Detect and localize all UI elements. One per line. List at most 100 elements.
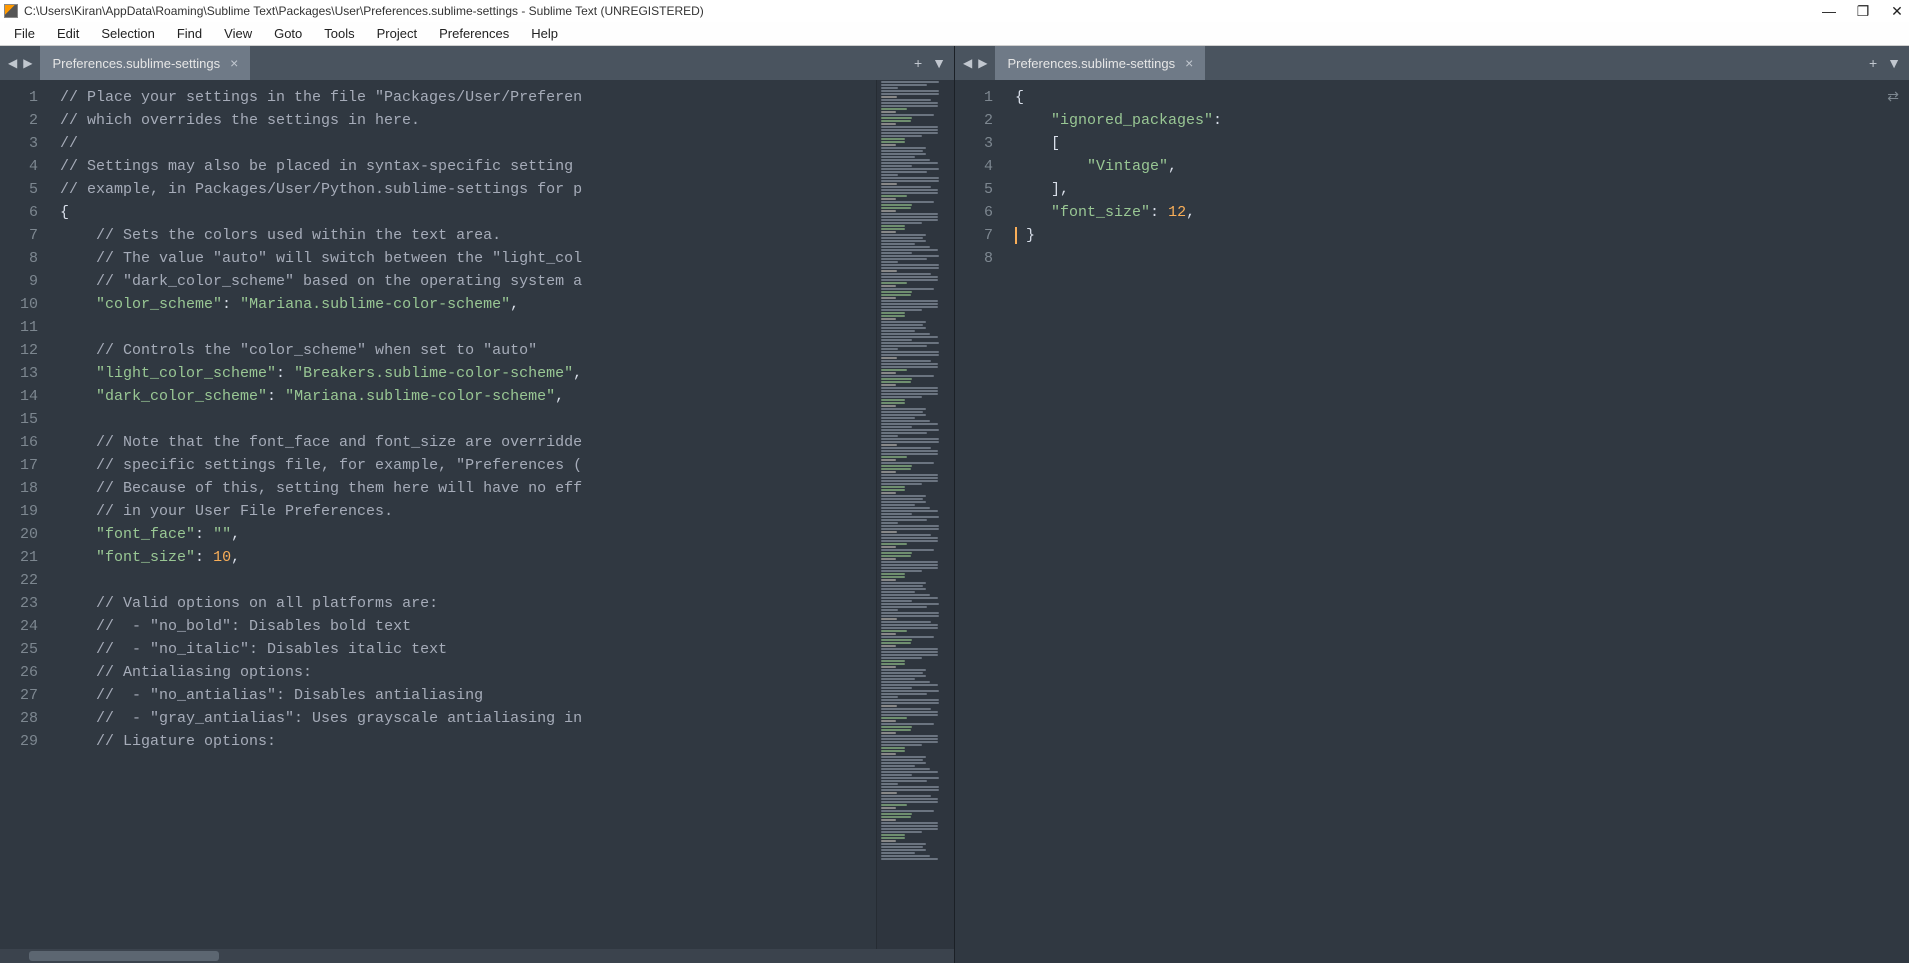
menu-selection[interactable]: Selection [91,23,164,44]
right-code[interactable]: { "ignored_packages": [ "Vintage", ], "f… [1003,80,1909,963]
minimap-row [881,465,912,467]
minimap-row [881,249,938,251]
switch-icon[interactable]: ⇄ [1887,88,1899,105]
minimap-row [881,177,939,179]
line-number: 22 [0,569,48,592]
nav-prev-icon[interactable]: ◀ [6,56,19,70]
left-tab-close-icon[interactable]: × [230,56,238,70]
nav-next-icon[interactable]: ▶ [976,56,989,70]
minimap-row [881,687,912,689]
token-pun [60,457,96,474]
token-pun: : [195,526,213,543]
minimap-row [881,114,934,116]
code-line: // Because of this, setting them here wi… [60,477,876,500]
minimap-row [881,624,938,626]
minimap-row [881,105,938,107]
menu-edit[interactable]: Edit [47,23,89,44]
token-pun [1015,158,1087,175]
minimap-row [881,639,912,641]
left-pane: ◀ ▶ Preferences.sublime-settings × + ▼ 1… [0,46,954,963]
tab-dropdown-icon[interactable]: ▼ [1887,55,1901,71]
minimap-row [881,726,912,728]
token-pun [60,503,96,520]
right-tab[interactable]: Preferences.sublime-settings × [995,46,1205,80]
minimap-row [881,720,896,722]
token-pun: [ [1015,135,1060,152]
left-hscroll-thumb[interactable] [29,951,220,961]
line-number: 3 [0,132,48,155]
menu-tools[interactable]: Tools [314,23,364,44]
left-hscroll[interactable] [0,949,954,963]
minimap-row [881,690,939,692]
menu-view[interactable]: View [214,23,262,44]
tab-spacer [250,46,906,80]
token-cm: // Sets the colors used within the text … [96,227,501,244]
minimap-row [881,351,939,353]
code-line: // - "gray_antialias": Uses grayscale an… [60,707,876,730]
menu-find[interactable]: Find [167,23,212,44]
token-cm: // - "no_bold": Disables bold text [96,618,411,635]
right-editor[interactable]: 12345678 { "ignored_packages": [ "Vintag… [955,80,1909,963]
nav-prev-icon[interactable]: ◀ [961,56,974,70]
minimap-row [881,288,934,290]
maximize-button[interactable]: ❐ [1855,3,1871,19]
minimap-row [881,174,898,176]
workspace: ◀ ▶ Preferences.sublime-settings × + ▼ 1… [0,46,1909,963]
nav-next-icon[interactable]: ▶ [21,56,34,70]
new-tab-icon[interactable]: + [914,55,922,71]
right-tab-close-icon[interactable]: × [1185,56,1193,70]
menu-goto[interactable]: Goto [264,23,312,44]
minimap-row [881,792,897,794]
minimap-row [881,273,931,275]
line-number: 1 [955,86,1003,109]
minimap-row [881,261,898,263]
minimap-row [881,192,938,194]
token-pun [1015,204,1051,221]
menu-file[interactable]: File [4,23,45,44]
minimap-row [881,90,939,92]
close-button[interactable]: ✕ [1889,3,1905,19]
minimap-row [881,762,926,764]
minimap-row [881,210,896,212]
minimap-row [881,723,934,725]
token-cm: // Because of this, setting them here wi… [96,480,582,497]
left-editor[interactable]: 1234567891011121314151617181920212223242… [0,80,954,949]
code-line [1015,247,1909,270]
minimap-row [881,537,938,539]
minimap-row [881,495,926,497]
minimap-row [881,540,938,542]
minimap-row [881,180,939,182]
left-tab[interactable]: Preferences.sublime-settings × [40,46,250,80]
new-tab-icon[interactable]: + [1869,55,1877,71]
left-code[interactable]: // Place your settings in the file "Pack… [48,80,876,949]
menu-help[interactable]: Help [521,23,568,44]
minimap-row [881,534,931,536]
minimap-row [881,354,939,356]
minimap-row [881,714,938,716]
left-minimap[interactable] [876,80,954,949]
minimap-row [881,327,926,329]
token-pun [60,733,96,750]
minimap-row [881,159,930,161]
token-pun [60,526,96,543]
minimap-row [881,516,939,518]
minimap-row [881,204,912,206]
token-pun [60,296,96,313]
token-str: "Mariana.sublime-color-scheme" [285,388,555,405]
token-pun: ], [1015,181,1069,198]
minimap-row [881,681,930,683]
tab-dropdown-icon[interactable]: ▼ [932,55,946,71]
minimap-row [881,609,898,611]
minimap-row [881,330,915,332]
minimap-row [881,357,897,359]
minimap-row [881,474,938,476]
token-pun [60,342,96,359]
line-number: 5 [0,178,48,201]
minimap-row [881,561,938,563]
minimap-row [881,441,939,443]
minimap-row [881,678,915,680]
minimap-row [881,582,926,584]
minimize-button[interactable]: — [1821,3,1837,19]
menu-preferences[interactable]: Preferences [429,23,519,44]
menu-project[interactable]: Project [367,23,427,44]
